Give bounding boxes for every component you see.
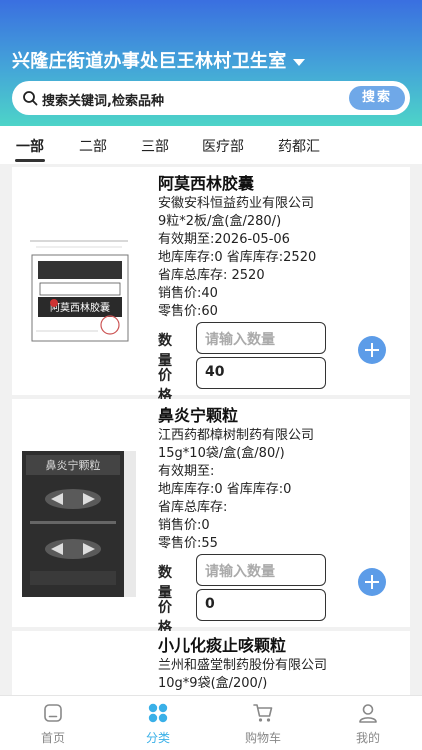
tabbar-cart[interactable]: 购物车 xyxy=(228,702,298,746)
expiry-date: 有效期至:2026-05-06 xyxy=(158,232,290,247)
tab-yaoduhui[interactable]: 药都汇 xyxy=(278,136,320,156)
category-icon xyxy=(148,703,168,723)
manufacturer: 江西药都樟树制药有限公司 xyxy=(158,428,315,443)
add-to-cart-button[interactable] xyxy=(358,568,386,596)
search-icon xyxy=(23,91,38,106)
specification: 15g*10袋/盒(盒/80/) xyxy=(158,446,285,461)
tabbar-label: 首页 xyxy=(40,731,65,745)
search-bar[interactable]: 搜索关键词,检索品种 搜索 xyxy=(12,81,410,115)
tab-yiliaobu[interactable]: 医疗部 xyxy=(202,136,244,156)
specification: 10g*9袋(盒/200/) xyxy=(158,676,268,691)
specification: 9粒*2板/盒(盒/280/) xyxy=(158,214,282,229)
product-name: 阿莫西林胶囊 xyxy=(158,174,255,193)
quantity-label: 数量 xyxy=(158,565,172,601)
category-tabs: 一部 二部 三部 医疗部 药都汇 xyxy=(0,126,422,164)
retail-price: 零售价:60 xyxy=(158,304,218,319)
sale-price: 销售价:0 xyxy=(158,518,210,533)
product-info: 阿莫西林胶囊 安徽安科恒益药业有限公司 9粒*2板/盒(盒/280/) 有效期至… xyxy=(158,173,316,321)
sale-price: 销售价:40 xyxy=(158,286,218,301)
product-card[interactable]: 鼻炎宁颗粒 鼻炎宁颗粒 江西药都樟树制药有限公司 15g*10袋/盒(盒/80/… xyxy=(12,399,410,636)
product-image[interactable]: 阿莫西林胶囊 xyxy=(18,191,140,371)
active-tab-indicator xyxy=(15,159,45,162)
product-name: 小儿化痰止咳颗粒 xyxy=(158,636,287,655)
tab-sanbu[interactable]: 三部 xyxy=(141,136,169,156)
quantity-input[interactable]: 请输入数量 xyxy=(196,554,326,586)
search-input[interactable]: 搜索关键词,检索品种 xyxy=(42,90,164,109)
product-info: 鼻炎宁颗粒 江西药都樟树制药有限公司 15g*10袋/盒(盒/80/) 有效期至… xyxy=(158,405,314,553)
quantity-label: 数量 xyxy=(158,333,172,369)
clinic-selector[interactable]: 兴隆庄街道办事处巨王林村卫生室 xyxy=(12,47,305,73)
retail-price: 零售价:55 xyxy=(158,536,218,551)
profile-icon xyxy=(359,704,377,723)
bottom-tabbar: 首页 分类 购物车 我的 xyxy=(0,695,422,750)
product-name: 鼻炎宁颗粒 xyxy=(158,406,239,425)
box-label: 阿莫西林胶囊 xyxy=(50,301,110,314)
cart-icon xyxy=(253,704,273,722)
home-icon xyxy=(44,704,62,722)
clinic-name: 兴隆庄街道办事处巨王林村卫生室 xyxy=(12,51,287,72)
tab-yibu[interactable]: 一部 xyxy=(16,136,44,156)
caret-down-icon xyxy=(292,58,305,66)
tabbar-home[interactable]: 首页 xyxy=(18,702,88,746)
box-label: 鼻炎宁颗粒 xyxy=(46,458,101,472)
product-card[interactable]: 阿莫西林胶囊 阿莫西林胶囊 安徽安科恒益药业有限公司 9粒*2板/盒(盒/280… xyxy=(12,167,410,404)
product-card[interactable]: 小儿化痰止咳颗粒 兰州和盛堂制药股份有限公司 10g*9袋(盒/200/) xyxy=(12,631,410,695)
tabbar-label: 购物车 xyxy=(244,731,281,745)
manufacturer: 安徽安科恒益药业有限公司 xyxy=(158,196,315,211)
manufacturer: 兰州和盛堂制药股份有限公司 xyxy=(158,658,328,673)
tabbar-label: 我的 xyxy=(355,731,380,745)
stock-info: 地库库存:0 省库库存:0 xyxy=(158,482,292,497)
quantity-input[interactable]: 请输入数量 xyxy=(196,322,326,354)
tab-erbu[interactable]: 二部 xyxy=(79,136,107,156)
product-info: 小儿化痰止咳颗粒 兰州和盛堂制药股份有限公司 10g*9袋(盒/200/) xyxy=(158,635,327,693)
product-image[interactable]: 鼻炎宁颗粒 xyxy=(18,421,140,601)
tabbar-category[interactable]: 分类 xyxy=(123,702,193,746)
expiry-date: 有效期至: xyxy=(158,464,215,479)
price-input[interactable]: 0 xyxy=(196,589,326,621)
tabbar-label: 分类 xyxy=(145,731,170,745)
search-button[interactable]: 搜索 xyxy=(349,86,405,110)
tabbar-profile[interactable]: 我的 xyxy=(333,702,403,746)
header: 兴隆庄街道办事处巨王林村卫生室 搜索关键词,检索品种 搜索 xyxy=(0,0,422,126)
province-total-stock: 省库总库存: 2520 xyxy=(158,268,265,283)
stock-info: 地库库存:0 省库库存:2520 xyxy=(158,250,317,265)
province-total-stock: 省库总库存: xyxy=(158,500,228,515)
price-input[interactable]: 40 xyxy=(196,357,326,389)
add-to-cart-button[interactable] xyxy=(358,336,386,364)
